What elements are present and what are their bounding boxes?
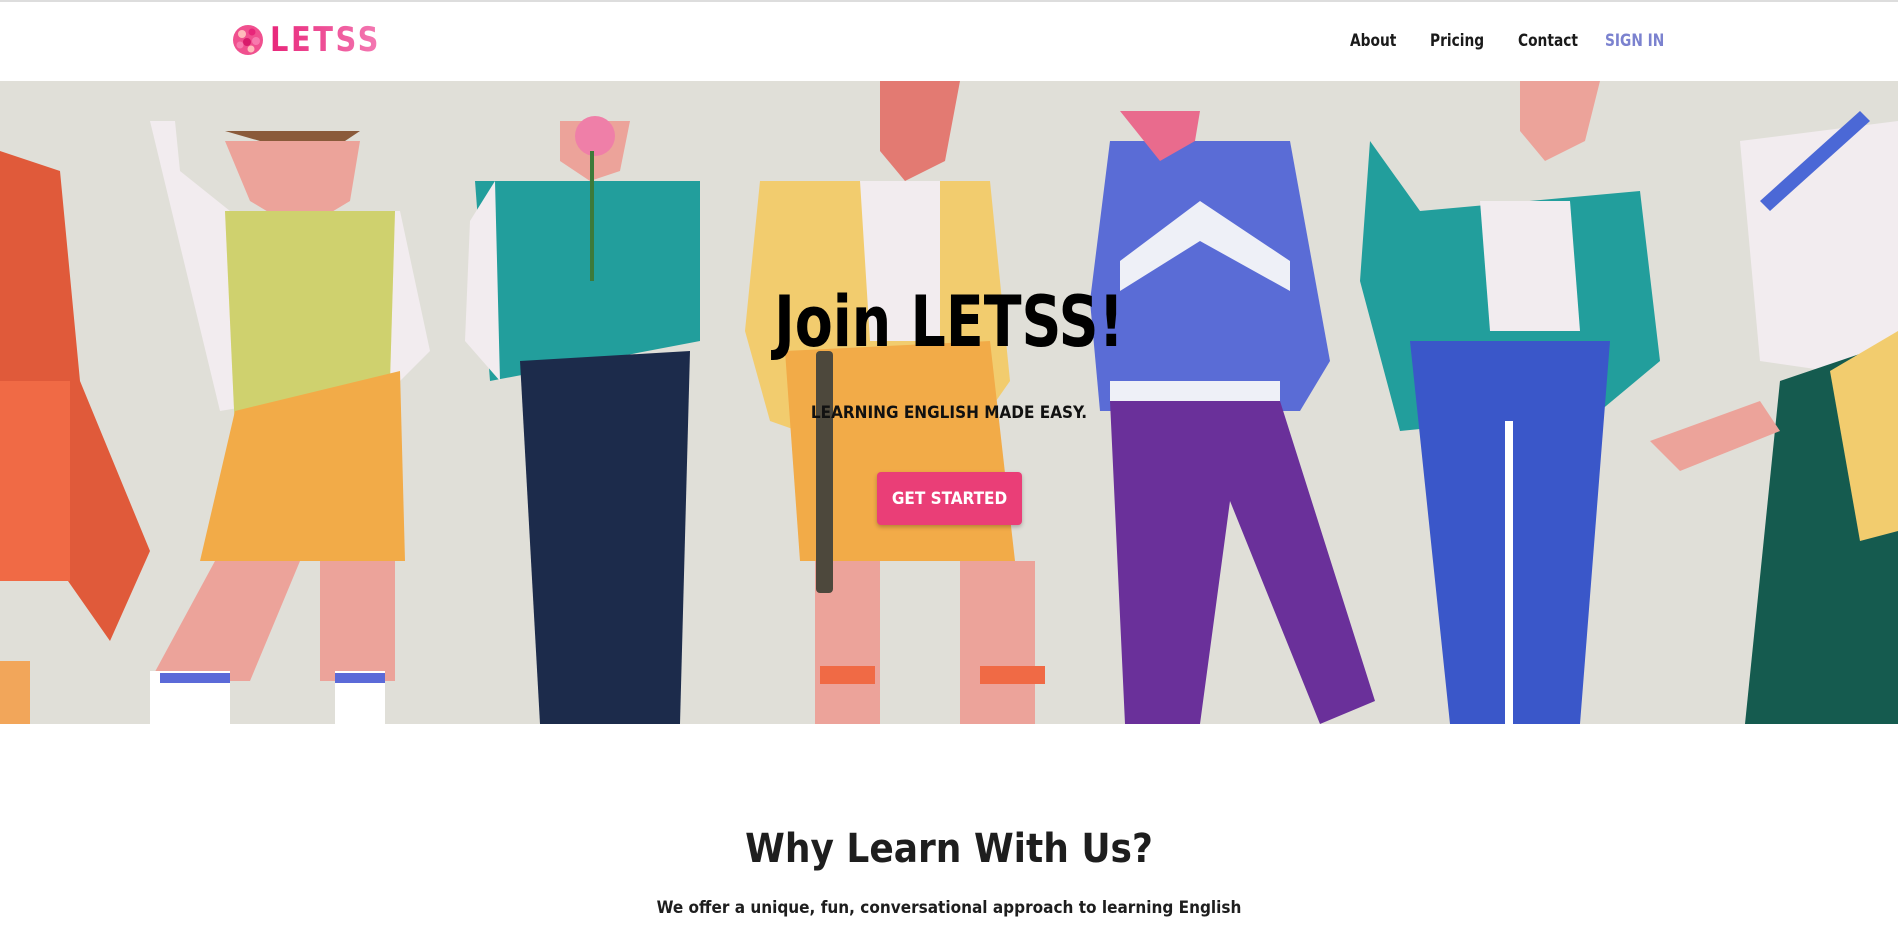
why-section-title: Why Learn With Us?: [745, 826, 1153, 872]
hero-section: Join LETSS! LEARNING ENGLISH MADE EASY. …: [0, 81, 1898, 724]
hero-title: Join LETSS!: [774, 281, 1124, 363]
logo-text: LETSS: [270, 20, 381, 60]
logo[interactable]: LETSS: [232, 20, 401, 60]
get-started-button[interactable]: GET STARTED: [877, 472, 1022, 525]
logo-flower-icon: [233, 25, 263, 55]
nav-about[interactable]: About: [1350, 31, 1396, 51]
nav-sign-in[interactable]: SIGN IN: [1605, 31, 1664, 51]
hero-subtitle: LEARNING ENGLISH MADE EASY.: [810, 403, 1088, 423]
why-section-subtitle: We offer a unique, fun, conversational a…: [656, 898, 1242, 918]
nav-contact[interactable]: Contact: [1518, 31, 1578, 51]
nav-pricing[interactable]: Pricing: [1430, 31, 1484, 51]
top-nav-bar: LETSS About Pricing Contact SIGN IN: [0, 0, 1898, 81]
